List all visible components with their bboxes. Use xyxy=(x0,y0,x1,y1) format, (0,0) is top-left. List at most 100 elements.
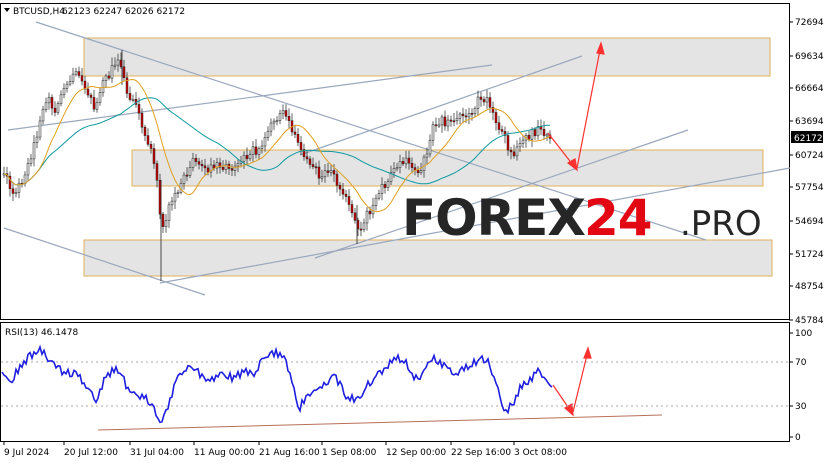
candle-body xyxy=(242,155,246,162)
candle-body xyxy=(293,131,297,135)
candle-body xyxy=(521,139,525,144)
candle-body xyxy=(122,66,126,78)
candle-body xyxy=(320,176,324,179)
time-tick-label: 9 Jul 2024 xyxy=(4,448,49,458)
candle-body xyxy=(146,135,150,145)
logo-suffix: .PRO xyxy=(680,204,762,244)
candle-body xyxy=(74,71,78,75)
candle-body xyxy=(476,96,480,109)
candle-body xyxy=(32,142,36,160)
candle-body xyxy=(86,88,90,96)
rsi-axis[interactable]: 100 70 30 0 xyxy=(789,329,812,443)
candle-body xyxy=(107,75,111,79)
candle-body xyxy=(446,119,450,127)
resistance-zone[interactable] xyxy=(83,37,771,77)
time-tick-label: 1 Sep 08:00 xyxy=(322,448,377,458)
candle-body xyxy=(149,144,153,149)
candle-body xyxy=(317,166,321,179)
candle-body xyxy=(323,170,327,178)
candle-body xyxy=(59,94,63,104)
candle-body xyxy=(413,167,417,171)
candle-body xyxy=(299,142,303,150)
candle-body xyxy=(371,205,375,215)
time-axis[interactable]: 9 Jul 2024 20 Jul 12:00 31 Jul 04:00 11 Aug… xyxy=(3,441,567,458)
candle-body xyxy=(443,116,447,127)
candle-body xyxy=(479,96,483,100)
candle-body xyxy=(530,129,534,140)
candle-body xyxy=(440,116,444,126)
candle-body xyxy=(428,139,432,155)
candle-body xyxy=(347,196,351,205)
price-tick-label: 51724 xyxy=(795,250,824,260)
candle-body xyxy=(266,130,270,138)
candle-body xyxy=(62,88,66,96)
candle-body xyxy=(269,122,273,132)
price-tick-label: 57754 xyxy=(795,183,824,193)
candle-body xyxy=(221,167,225,170)
candle-body xyxy=(257,148,261,155)
price-tick-label: 45784 xyxy=(795,316,824,326)
candle-body xyxy=(53,107,57,113)
candle-body xyxy=(14,192,18,194)
current-price-label: 62172 xyxy=(794,134,823,144)
candle-body xyxy=(176,191,180,194)
candle-body xyxy=(224,163,228,170)
candle-body xyxy=(161,213,165,227)
candle-body xyxy=(419,170,423,174)
candle-body xyxy=(410,162,414,168)
time-tick-label: 11 Aug 00:00 xyxy=(194,448,255,458)
candle-body xyxy=(140,112,144,128)
candle-body xyxy=(260,145,264,149)
time-tick-label: 21 Aug 16:00 xyxy=(259,448,320,458)
candle-body xyxy=(458,113,462,119)
candle-body xyxy=(248,154,252,160)
candle-body xyxy=(311,164,315,167)
time-tick-label: 20 Jul 12:00 xyxy=(64,448,118,458)
candle-body xyxy=(533,129,537,137)
chart-canvas[interactable]: FOREX 24 .PRO BTCUSD,H4 62123 62247 6202… xyxy=(0,0,831,464)
candle-body xyxy=(512,151,516,157)
candle-body xyxy=(110,65,114,79)
candle-body xyxy=(353,212,357,221)
candle-body xyxy=(194,158,198,162)
candle-body xyxy=(338,185,342,190)
chart-window: FOREX 24 .PRO BTCUSD,H4 62123 62247 6202… xyxy=(0,0,831,464)
candle-body xyxy=(332,170,336,175)
candle-body xyxy=(482,99,486,103)
candle-body xyxy=(152,148,156,164)
candle-body xyxy=(212,164,216,169)
time-tick-label: 31 Jul 04:00 xyxy=(130,448,184,458)
candle-body xyxy=(47,97,51,104)
candle-body xyxy=(509,149,513,153)
candle-body xyxy=(173,192,177,202)
candle-body xyxy=(395,167,399,170)
candle-body xyxy=(35,136,39,143)
candle-body xyxy=(77,71,81,76)
candle-body xyxy=(128,93,132,100)
candle-body xyxy=(296,134,300,143)
price-axis[interactable]: 72694 69634 66664 63694 60724 57754 54694 51724… xyxy=(789,18,824,326)
candle-body xyxy=(359,228,363,231)
rsi-label: RSI(13) 46.1478 xyxy=(5,328,78,338)
ohlc-values: 62123 62247 62026 62172 xyxy=(62,7,185,17)
candle-body xyxy=(461,113,465,117)
price-tick-label: 63694 xyxy=(795,117,824,127)
candle-body xyxy=(275,120,279,122)
candle-body xyxy=(191,158,195,168)
candle-body xyxy=(188,167,192,176)
candle-body xyxy=(314,166,318,169)
candle-body xyxy=(170,200,174,206)
candle-body xyxy=(230,168,234,171)
candle-body xyxy=(431,124,435,141)
candle-body xyxy=(272,120,276,124)
candle-body xyxy=(506,135,510,151)
candle-body xyxy=(197,161,201,165)
candle-body xyxy=(380,184,384,194)
candle-body xyxy=(71,73,75,82)
logo-word: FOREX xyxy=(402,189,585,247)
time-tick-label: 12 Sep 00:00 xyxy=(386,448,446,458)
candle-body xyxy=(263,137,267,147)
candle-body xyxy=(377,193,381,199)
price-tick-label: 48754 xyxy=(795,282,824,292)
candle-body xyxy=(38,120,42,138)
